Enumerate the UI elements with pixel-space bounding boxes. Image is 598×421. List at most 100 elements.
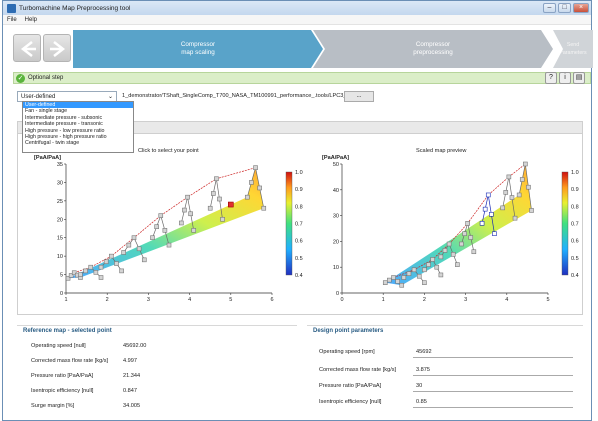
y-tick-label: 20 <box>57 217 63 223</box>
menu-help[interactable]: Help <box>21 17 41 23</box>
data-point <box>136 246 142 252</box>
data-point <box>114 261 119 266</box>
step-compressor-map-scaling[interactable]: Compressor map scaling <box>73 30 323 68</box>
design-point-panel: Design point parameters Operating speed … <box>307 325 583 421</box>
x-tick-label: 6 <box>270 297 273 303</box>
menu-file[interactable]: File <box>3 17 21 23</box>
colorbar-tick-label: 0.4 <box>571 273 579 279</box>
colorbar <box>561 171 569 276</box>
back-button[interactable] <box>13 34 41 62</box>
y-tick-label: 5 <box>60 273 63 279</box>
x-tick-label: 2 <box>423 297 426 303</box>
step-compressor-preprocessing[interactable]: Compressor preprocessing <box>313 30 553 68</box>
data-point <box>158 213 164 218</box>
design-label: Operating speed [rpm] <box>319 349 375 355</box>
y-tick-label: 25 <box>57 199 63 205</box>
close-icon[interactable]: × <box>573 3 589 13</box>
data-point <box>150 235 155 241</box>
pressure-ratio-field[interactable]: 30 <box>416 383 422 389</box>
data-point <box>401 275 407 280</box>
data-point <box>489 212 494 217</box>
data-point <box>121 250 126 255</box>
colorbar-tick-label: 0.8 <box>295 204 303 210</box>
data-point <box>399 282 405 288</box>
data-point <box>119 268 124 274</box>
y-tick-label: 35 <box>57 162 63 168</box>
data-point <box>387 277 392 283</box>
colorbar-tick-label: 0.9 <box>295 187 303 193</box>
x-tick-label: 4 <box>188 297 191 303</box>
data-point <box>98 275 104 280</box>
maximize-icon[interactable]: □ <box>558 3 571 13</box>
colorbar-tick-label: 0.8 <box>571 204 579 210</box>
data-point <box>249 180 254 185</box>
browse-button[interactable]: ... <box>344 91 374 102</box>
data-point <box>207 205 213 211</box>
step1-line1: Compressor <box>180 41 216 48</box>
data-point <box>485 192 491 198</box>
ref-value: 4.997 <box>123 358 137 364</box>
x-tick-label: 3 <box>464 297 467 303</box>
data-point <box>391 275 396 280</box>
info-icon[interactable]: i <box>559 72 571 84</box>
map-file-path: 1_demonstrator/TShaft_SingleComp_T700_NA… <box>122 93 368 99</box>
x-tick-label: 3 <box>147 297 150 303</box>
mass-flow-field[interactable]: 3.875 <box>416 367 430 373</box>
data-point <box>526 184 531 190</box>
data-point <box>88 264 94 270</box>
data-point <box>191 228 197 233</box>
data-point <box>506 174 512 180</box>
data-point <box>422 280 427 285</box>
data-point <box>462 231 467 236</box>
data-point <box>529 208 534 213</box>
y-tick-label: 30 <box>57 180 63 186</box>
operating-speed-field[interactable]: 45692 <box>416 349 432 355</box>
data-point <box>154 224 159 229</box>
dropdown-option[interactable]: Centrifugal - twin stage <box>23 140 133 146</box>
ref-label: Pressure ratio [PaA/PaA] <box>31 373 94 379</box>
data-point <box>382 280 388 285</box>
data-point <box>523 161 528 167</box>
data-point <box>519 177 525 182</box>
ref-label: Surge margin [%] <box>31 403 75 409</box>
design-label: Corrected mass flow rate [kg/s] <box>319 367 397 373</box>
data-point <box>406 271 412 276</box>
help-icon[interactable]: ? <box>545 72 557 84</box>
main-window: Turbomachine Map Preprocessing tool – □ … <box>2 0 593 421</box>
optional-step-label: Optional step <box>28 75 64 81</box>
colorbar-tick-label: 0.6 <box>571 239 579 245</box>
y-tick-label: 20 <box>333 239 339 245</box>
efficiency-field[interactable]: 0.85 <box>416 399 427 405</box>
forward-button[interactable] <box>43 34 71 62</box>
data-point <box>509 195 515 200</box>
data-point <box>261 205 267 211</box>
map-type-selected: User-defined <box>21 94 56 100</box>
data-point <box>442 248 448 253</box>
step2-line1: Compressor <box>415 41 451 48</box>
document-icon[interactable]: ▤ <box>573 72 585 84</box>
y-tick-label: 10 <box>333 265 339 271</box>
data-point <box>471 249 477 255</box>
data-point <box>465 221 470 226</box>
data-point <box>185 194 190 200</box>
data-point <box>516 192 522 198</box>
colorbar-tick-label: 0.7 <box>571 222 579 228</box>
step3-line1: Send <box>566 42 580 48</box>
data-point <box>500 205 505 211</box>
ref-label: Operating speed [null] <box>31 343 86 349</box>
data-point <box>109 253 114 259</box>
reference-map-title: Reference map - selected point <box>23 328 112 334</box>
scaled-map-plot: 0 10 20 30 40 50 0 1 2 3 4 5 0.4 0.5 0.6 0.7 0.8 0.9 1.0 <box>333 161 579 303</box>
data-point <box>98 264 104 270</box>
colorbar-tick-label: 0.6 <box>295 239 303 245</box>
data-point <box>257 185 262 191</box>
map-fill <box>68 167 264 279</box>
step-send-parameters[interactable]: Send Parameters <box>553 30 593 68</box>
data-point <box>468 235 474 240</box>
data-point <box>244 194 250 200</box>
field-underline <box>413 375 573 376</box>
minimize-icon[interactable]: – <box>543 3 556 13</box>
data-point <box>492 231 497 236</box>
x-tick-label: 2 <box>106 297 109 303</box>
y-tick-label: 15 <box>57 236 63 242</box>
